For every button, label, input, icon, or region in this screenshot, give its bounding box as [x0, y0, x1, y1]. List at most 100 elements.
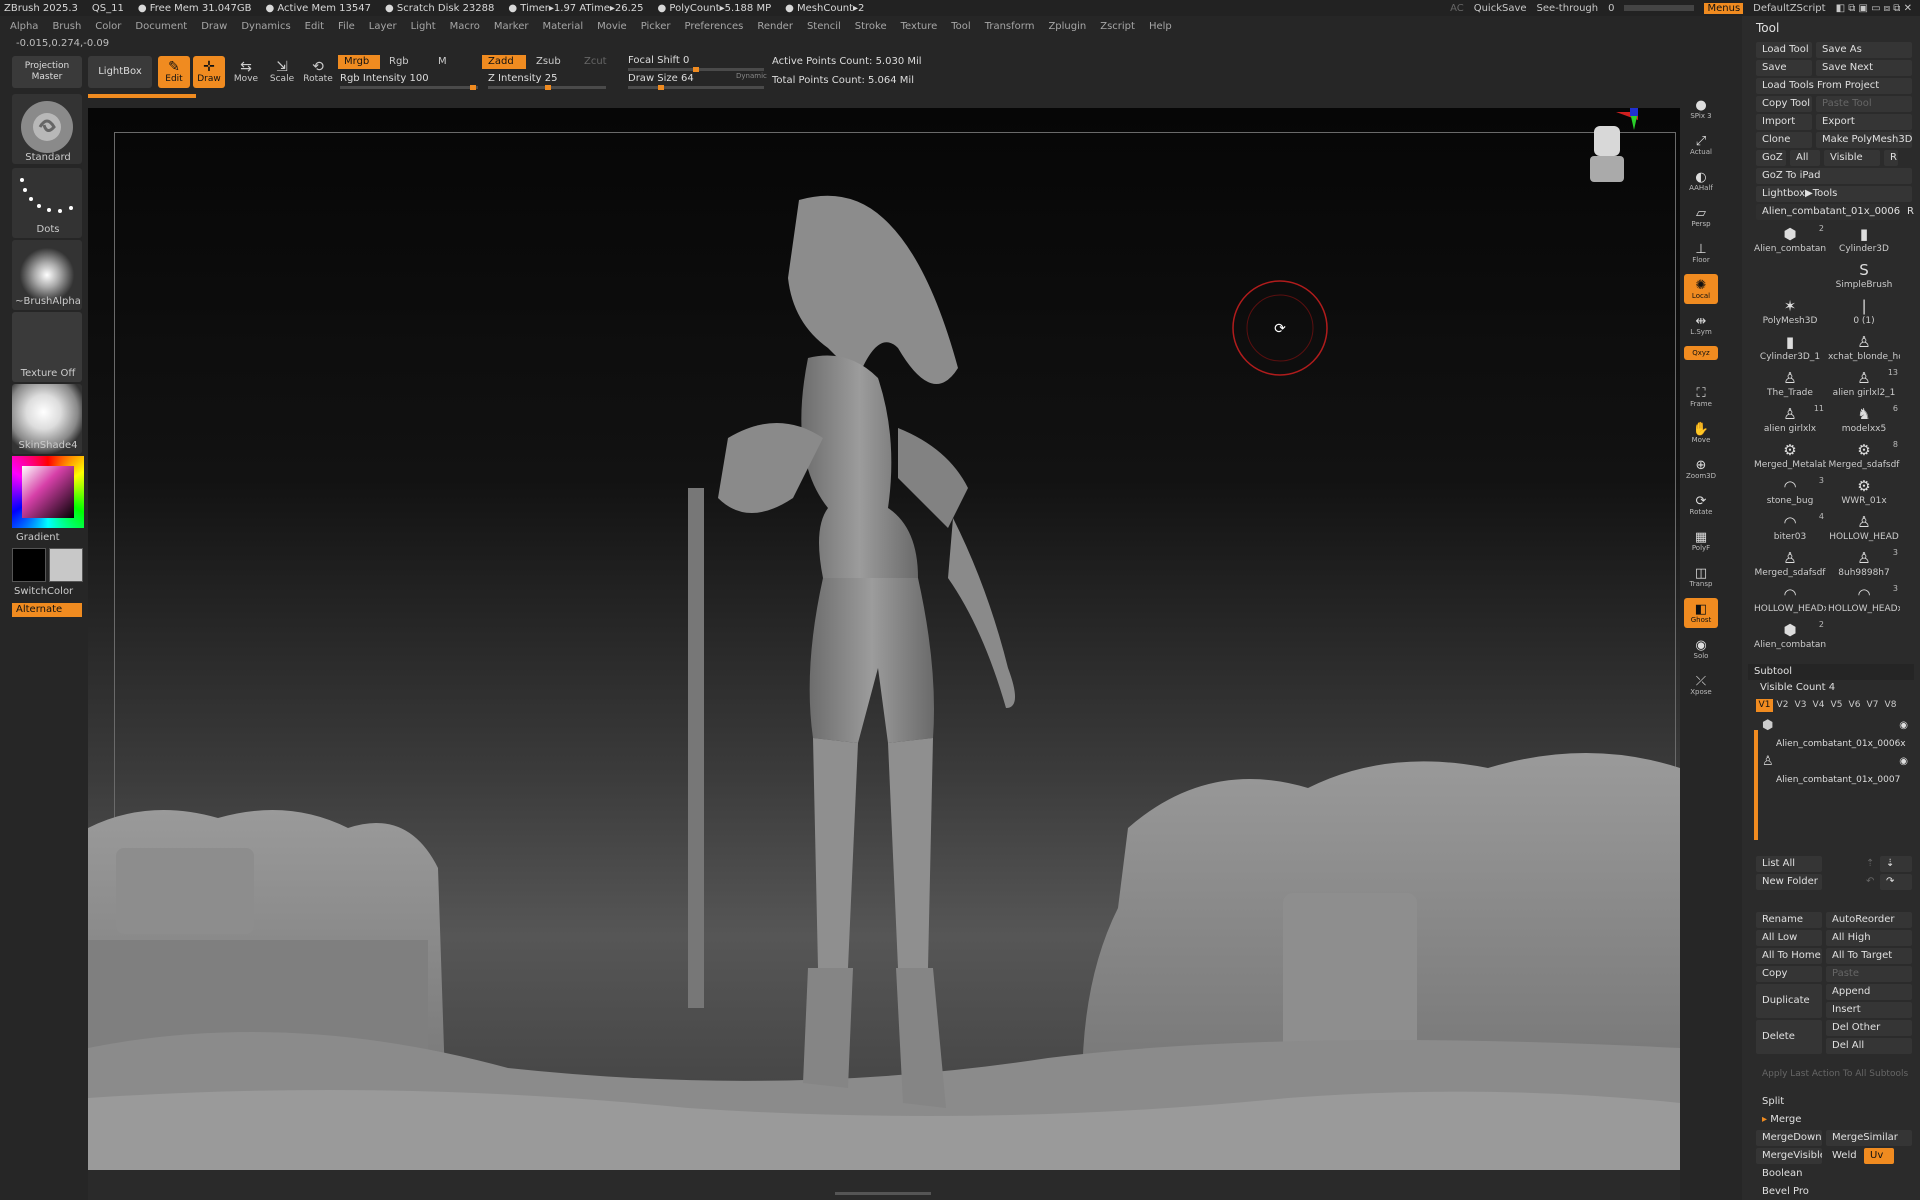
- menu-movie[interactable]: Movie: [597, 21, 627, 32]
- tool-thumb-merged-metalab[interactable]: ⚙ Merged_Metalab: [1754, 440, 1826, 476]
- subtool-row[interactable]: ♙ ◉ Alien_combatant_01x_0007: [1762, 754, 1912, 788]
- list-all-button[interactable]: List All: [1756, 856, 1822, 872]
- shelf-xpose-button[interactable]: ⤫ Xpose: [1684, 670, 1718, 700]
- visibility-set-v3-tab[interactable]: V3: [1792, 699, 1809, 712]
- visibility-set-v1-tab[interactable]: V1: [1756, 699, 1773, 712]
- visibility-set-v2-tab[interactable]: V2: [1774, 699, 1791, 712]
- menu-zplugin[interactable]: Zplugin: [1048, 21, 1086, 32]
- all-to-home-button[interactable]: All To Home: [1756, 948, 1822, 964]
- visibility-eye-icon[interactable]: ◉: [1899, 720, 1908, 731]
- menu-document[interactable]: Document: [135, 21, 187, 32]
- menu-help[interactable]: Help: [1149, 21, 1172, 32]
- secondary-color-swatch[interactable]: [49, 548, 83, 582]
- rgb-intensity-track[interactable]: [340, 85, 478, 90]
- split-section[interactable]: Split: [1756, 1094, 1912, 1110]
- tool-thumb-wwr-01x[interactable]: ⚙ WWR_01x: [1828, 476, 1900, 512]
- window-controls-icon[interactable]: ◧ ⧉ ▣ ▭ ⧈ ⧉ ✕: [1836, 3, 1912, 14]
- visibility-set-v6-tab[interactable]: V6: [1846, 699, 1863, 712]
- insert-button[interactable]: Insert: [1826, 1002, 1912, 1018]
- tray-handle[interactable]: [835, 1192, 931, 1195]
- shelf-rotate-button[interactable]: ⟳ Rotate: [1684, 490, 1718, 520]
- lightbox-button[interactable]: LightBox: [88, 56, 152, 88]
- shelf-ghost-button[interactable]: ◧ Ghost: [1684, 598, 1718, 628]
- bevel-pro-section[interactable]: Bevel Pro: [1756, 1184, 1912, 1200]
- zsub-button[interactable]: Zsub: [530, 55, 567, 69]
- tool-r-button[interactable]: R: [1884, 150, 1898, 166]
- visibility-eye-icon[interactable]: ◉: [1899, 756, 1908, 767]
- rgb-intensity-slider[interactable]: Rgb Intensity 100: [340, 73, 429, 84]
- tool-visible-button[interactable]: Visible: [1824, 150, 1880, 166]
- shelf-polyf-button[interactable]: ▦ PolyF: [1684, 526, 1718, 556]
- scale-button[interactable]: ⇲ Scale: [266, 56, 298, 88]
- color-picker[interactable]: [12, 456, 84, 528]
- move-up-icon[interactable]: ⇡: [1860, 856, 1880, 872]
- weld-toggle[interactable]: Weld: [1826, 1148, 1862, 1164]
- apply-last-action-button[interactable]: Apply Last Action To All Subtools: [1756, 1066, 1912, 1082]
- menu-marker[interactable]: Marker: [494, 21, 529, 32]
- menu-transform[interactable]: Transform: [985, 21, 1035, 32]
- switchcolor-button[interactable]: SwitchColor: [0, 586, 96, 597]
- tool-thumb-alien-girlxl2-1[interactable]: ♙ alien girlxl2_1 13: [1828, 368, 1900, 404]
- shelf-l-sym-button[interactable]: ⇹ L.Sym: [1684, 310, 1718, 340]
- menu-texture[interactable]: Texture: [901, 21, 938, 32]
- move-button[interactable]: ⇆ Move: [230, 56, 262, 88]
- tool-import-button[interactable]: Import: [1756, 114, 1812, 130]
- menu-light[interactable]: Light: [411, 21, 436, 32]
- draw-size-slider[interactable]: Draw Size 64: [628, 73, 694, 84]
- del-other-button[interactable]: Del Other: [1826, 1020, 1912, 1036]
- draw-button[interactable]: ✛ Draw: [193, 56, 225, 88]
- menu-tool[interactable]: Tool: [951, 21, 970, 32]
- menu-color[interactable]: Color: [95, 21, 121, 32]
- subtool-list-scrollbar[interactable]: [1754, 730, 1758, 840]
- tool-all-button[interactable]: All: [1790, 150, 1820, 166]
- tool-thumb-8uh9898h7[interactable]: ♙ 8uh9898h7 3: [1828, 548, 1900, 584]
- mergevisible-button[interactable]: MergeVisible: [1756, 1148, 1822, 1164]
- projection-master-button[interactable]: Projection Master: [12, 56, 82, 88]
- append-button[interactable]: Append: [1826, 984, 1912, 1000]
- focal-shift-slider[interactable]: Focal Shift 0: [628, 55, 689, 66]
- draw-size-handle[interactable]: [658, 85, 664, 90]
- default-zscript-button[interactable]: DefaultZScript: [1753, 3, 1825, 14]
- current-tool-name[interactable]: Alien_combatant_01x_0006x: [1756, 204, 1900, 220]
- menu-edit[interactable]: Edit: [305, 21, 324, 32]
- tool-thumb-0-1[interactable]: ❘ 0 (1): [1828, 296, 1900, 332]
- tool-thumb-biter03[interactable]: ◠ biter03 4: [1754, 512, 1826, 548]
- visibility-set-v5-tab[interactable]: V5: [1828, 699, 1845, 712]
- menus-button[interactable]: Menus: [1704, 2, 1744, 14]
- move-down-icon[interactable]: ⇣: [1880, 856, 1912, 872]
- shelf-zoom3d-button[interactable]: ⊕ Zoom3D: [1684, 454, 1718, 484]
- tool-goz-to-ipad-button[interactable]: GoZ To iPad: [1756, 168, 1912, 184]
- tool-thumb-hollow-head[interactable]: ♙ HOLLOW_HEAD: [1828, 512, 1900, 548]
- tool-lightbox-tools-button[interactable]: Lightbox▶Tools: [1756, 186, 1912, 202]
- menu-draw[interactable]: Draw: [201, 21, 227, 32]
- draw-size-track[interactable]: [628, 85, 764, 90]
- shelf-transp-button[interactable]: ◫ Transp: [1684, 562, 1718, 592]
- subtool-header[interactable]: Subtool: [1748, 664, 1914, 680]
- dynamic-toggle[interactable]: Dynamic: [736, 72, 767, 80]
- mergedown-button[interactable]: MergeDown: [1756, 1130, 1822, 1146]
- shelf-solo-button[interactable]: ◉ Solo: [1684, 634, 1718, 664]
- seethrough-slider[interactable]: [1624, 5, 1695, 11]
- z-intensity-track[interactable]: [488, 85, 606, 90]
- tool-thumb-hollow-headx[interactable]: ◠ HOLLOW_HEADx 3: [1828, 584, 1900, 620]
- tool-thumb-xchat-blonde-ho[interactable]: ♙ xchat_blonde_ho: [1828, 332, 1900, 368]
- tool-save-next-button[interactable]: Save Next: [1816, 60, 1912, 76]
- mergesimilar-button[interactable]: MergeSimilar: [1826, 1130, 1912, 1146]
- z-intensity-handle[interactable]: [545, 85, 551, 90]
- tool-load-tools-from-project-button[interactable]: Load Tools From Project: [1756, 78, 1912, 94]
- tool-goz-button[interactable]: GoZ: [1756, 150, 1786, 166]
- m-button[interactable]: M: [432, 55, 453, 69]
- zadd-button[interactable]: Zadd: [482, 55, 526, 69]
- orientation-gizmo[interactable]: [1578, 108, 1638, 188]
- alternate-button[interactable]: Alternate: [12, 603, 82, 617]
- boolean-section[interactable]: Boolean: [1756, 1166, 1912, 1182]
- tool-thumb-stone-bug[interactable]: ◠ stone_bug 3: [1754, 476, 1826, 512]
- menu-alpha[interactable]: Alpha: [10, 21, 38, 32]
- color-picker-square[interactable]: [22, 466, 74, 518]
- autoreorder-button[interactable]: AutoReorder: [1826, 912, 1912, 928]
- tool-thumb-simplebrush[interactable]: S SimpleBrush: [1828, 260, 1900, 296]
- tool-thumb-the-trade[interactable]: ♙ The_Trade: [1754, 368, 1826, 404]
- paste-button[interactable]: Paste: [1826, 966, 1912, 982]
- shelf-persp-button[interactable]: ▱ Persp: [1684, 202, 1718, 232]
- menu-stroke[interactable]: Stroke: [855, 21, 887, 32]
